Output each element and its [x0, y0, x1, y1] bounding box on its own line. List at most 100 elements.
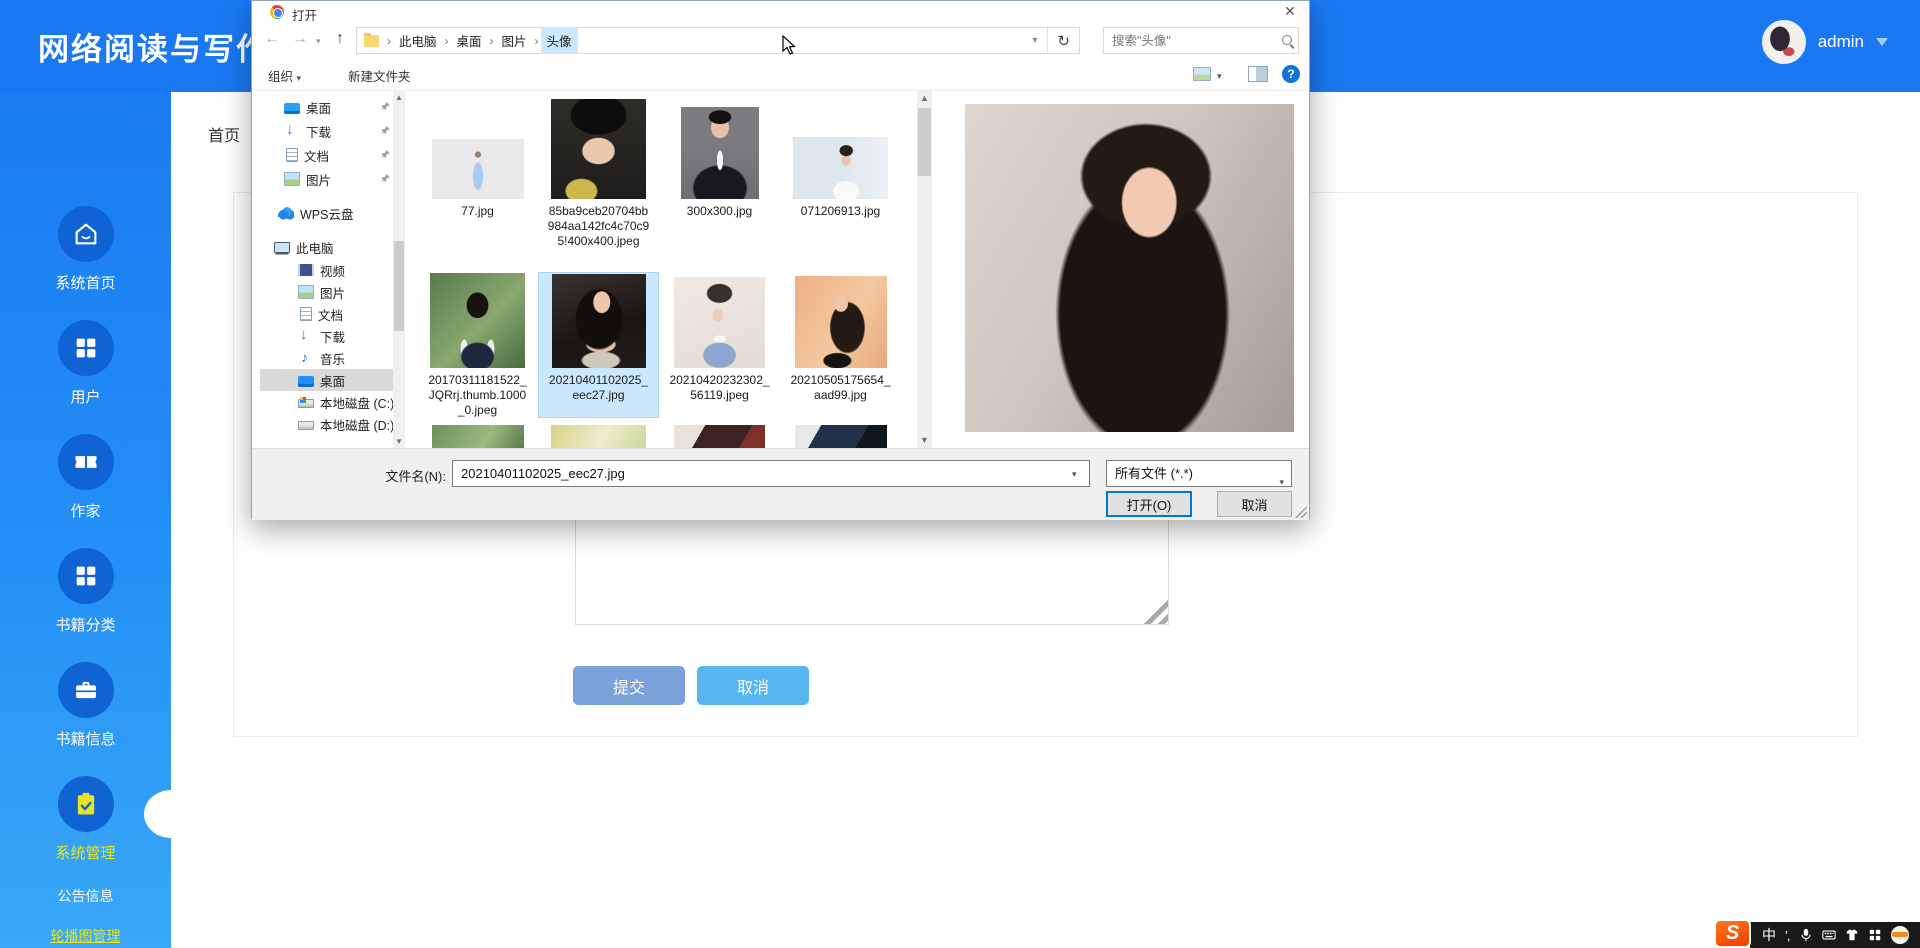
user-menu[interactable]: admin: [1761, 16, 1888, 68]
close-icon[interactable]: ✕: [1281, 3, 1299, 20]
filetype-select[interactable]: 所有文件 (*.*) ▾: [1106, 460, 1292, 487]
screen: 网络阅读与写作 admin 系统首页 用户 作家 书籍分类 书籍信息 系统管理 …: [0, 0, 1920, 948]
tree-item-this-pc[interactable]: 此电脑: [260, 235, 393, 259]
file-item[interactable]: [659, 425, 780, 448]
tree-item-desktop-selected[interactable]: 桌面: [260, 369, 393, 391]
search-input[interactable]: [1104, 33, 1281, 48]
tree-item-wps-cloud[interactable]: WPS云盘: [260, 201, 393, 225]
sidebar-subitem-announcements[interactable]: 公告信息: [0, 886, 171, 906]
file-item[interactable]: 300x300.jpg: [659, 99, 780, 249]
dialog-titlebar[interactable]: 打开 ✕: [252, 1, 1309, 23]
tree-item-pictures-pinned[interactable]: 图片: [260, 167, 393, 191]
folder-tree: 桌面 下载 文档 图片: [260, 91, 394, 435]
file-item[interactable]: [780, 425, 901, 448]
tree-item-downloads[interactable]: 下载: [260, 325, 393, 347]
browser-favicon-icon: [270, 5, 284, 19]
form-cancel-button[interactable]: 取消: [697, 666, 809, 705]
chevron-down-icon: [1876, 38, 1888, 46]
breadcrumb-desktop[interactable]: 桌面: [451, 27, 488, 54]
sidebar-item-book-categories[interactable]: 书籍分类: [0, 548, 171, 635]
file-list-scrollbar[interactable]: ▲ ▼: [917, 91, 932, 448]
view-thumbnails-icon[interactable]: [1193, 67, 1211, 81]
resize-grip[interactable]: [1295, 506, 1307, 518]
file-item[interactable]: [538, 425, 659, 448]
sidebar-item-writers[interactable]: 作家: [0, 434, 171, 521]
file-item[interactable]: 77.jpg: [417, 99, 538, 249]
tree-item-pictures[interactable]: 图片: [260, 281, 393, 303]
picture-icon: [298, 285, 314, 299]
ime-punctuation-icon[interactable]: ’,: [1785, 928, 1790, 943]
filename-label: 文件名(N):: [385, 469, 446, 484]
file-item[interactable]: 20210420232302_56119.jpeg: [659, 272, 780, 418]
organize-button[interactable]: 组织 ▾: [268, 66, 301, 85]
forward-icon[interactable]: →: [292, 30, 308, 48]
history-chevron-icon[interactable]: ▾: [316, 36, 321, 47]
sogou-logo-icon[interactable]: S: [1714, 919, 1751, 948]
sidebar-item-book-info[interactable]: 书籍信息: [0, 662, 171, 749]
filename-input[interactable]: [452, 460, 1090, 487]
ime-chinese-mode[interactable]: 中: [1762, 925, 1776, 945]
sidebar-item-system-management[interactable]: 系统管理: [0, 776, 171, 863]
breadcrumb-pictures[interactable]: 图片: [496, 27, 533, 54]
tree-item-local-disk-c[interactable]: 本地磁盘 (C:): [260, 391, 394, 413]
sidebar-subitem-carousel-management[interactable]: 轮播图管理: [0, 926, 171, 946]
preview-pane-icon[interactable]: [1248, 66, 1268, 82]
sidebar-item-users[interactable]: 用户: [0, 320, 171, 407]
breadcrumb-this-pc[interactable]: 此电脑: [393, 27, 443, 54]
file-item[interactable]: 20210505175654_aad99.jpg: [780, 272, 901, 418]
toolbox-grid-icon[interactable]: [1868, 928, 1882, 942]
refresh-icon[interactable]: ↻: [1048, 32, 1079, 50]
scroll-up-icon[interactable]: ▲: [917, 91, 932, 106]
scroll-down-icon[interactable]: ▼: [917, 433, 932, 448]
microphone-icon[interactable]: [1799, 928, 1813, 942]
submit-button[interactable]: 提交: [573, 666, 685, 705]
scroll-down-icon[interactable]: ▼: [393, 435, 405, 448]
dialog-cancel-button[interactable]: 取消: [1217, 491, 1292, 517]
grid-icon: [57, 320, 114, 376]
file-thumbnail: [793, 137, 888, 199]
file-item[interactable]: [417, 425, 538, 448]
tree-scrollbar[interactable]: ▲ ▼: [393, 91, 405, 448]
tree-item-local-disk-d[interactable]: 本地磁盘 (D:): [260, 413, 394, 435]
file-item[interactable]: 20170311181522_JQRrj.thumb.1000_0.jpeg: [417, 272, 538, 418]
scrollbar-thumb[interactable]: [918, 108, 931, 176]
document-icon: [300, 307, 312, 321]
tree-item-music[interactable]: 音乐: [260, 347, 393, 369]
emoji-face-icon[interactable]: [1890, 926, 1909, 944]
search-icon[interactable]: [1281, 34, 1292, 48]
file-item[interactable]: 85ba9ceb20704bb984aa142fc4c70c95!400x400…: [538, 99, 659, 249]
address-dropdown-icon[interactable]: ▾: [1022, 35, 1047, 46]
tree-item-downloads-pinned[interactable]: 下载: [260, 119, 393, 143]
keyboard-icon[interactable]: [1821, 928, 1836, 942]
search-box[interactable]: [1103, 27, 1299, 54]
tree-item-desktop-pinned[interactable]: 桌面: [260, 95, 393, 119]
tree-item-documents[interactable]: 文档: [260, 303, 393, 325]
tab-home[interactable]: 首页: [208, 122, 240, 146]
sidebar-item-label: 书籍信息: [55, 731, 116, 748]
scrollbar-thumb[interactable]: [394, 241, 404, 331]
breadcrumb-avatar[interactable]: 头像: [540, 27, 578, 54]
folder-icon: [364, 32, 379, 47]
open-button[interactable]: 打开(O): [1106, 491, 1192, 517]
address-bar[interactable]: › 此电脑 › 桌面 › 图片 › 头像 ▾ ↻: [356, 27, 1080, 54]
desktop-icon: [284, 102, 300, 114]
avatar[interactable]: [1761, 20, 1806, 64]
help-icon[interactable]: ?: [1282, 65, 1300, 83]
back-icon[interactable]: ←: [264, 30, 280, 48]
scroll-up-icon[interactable]: ▲: [393, 91, 405, 104]
up-icon[interactable]: ↑: [336, 30, 344, 48]
skin-shirt-icon[interactable]: [1845, 928, 1859, 942]
view-dropdown-icon[interactable]: ▾: [1217, 71, 1222, 82]
tree-item-videos[interactable]: 视频: [260, 259, 393, 281]
file-item[interactable]: 071206913.jpg: [780, 99, 901, 249]
file-thumbnail: [431, 425, 524, 448]
file-thumbnail: [794, 276, 887, 368]
download-icon: [284, 121, 300, 138]
new-folder-button[interactable]: 新建文件夹: [348, 66, 411, 85]
file-row-1: 77.jpg 85ba9ceb20704bb984aa142fc4c70c95!…: [417, 99, 901, 249]
file-item-selected[interactable]: 20210401102025_eec27.jpg: [538, 272, 659, 418]
file-thumbnail: [674, 425, 765, 448]
tree-item-documents-pinned[interactable]: 文档: [260, 143, 393, 167]
content-textarea[interactable]: [575, 518, 1169, 625]
sidebar-item-system-home[interactable]: 系统首页: [0, 206, 171, 293]
